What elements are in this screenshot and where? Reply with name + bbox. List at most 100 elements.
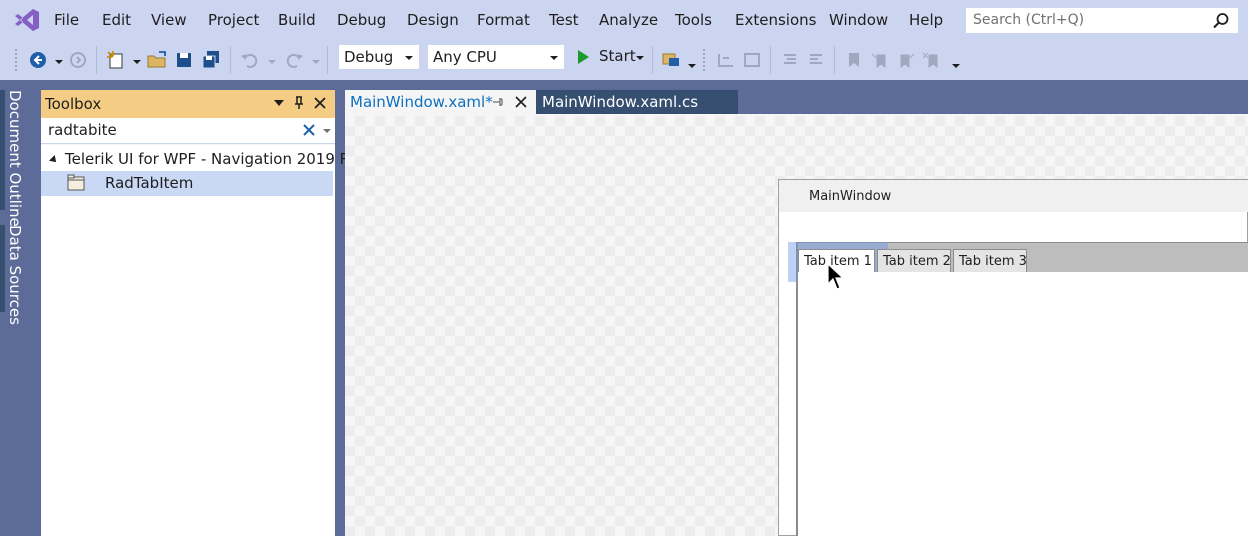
find-in-files-icon[interactable] [660, 48, 684, 72]
toolbox-item-label: RadTabItem [105, 174, 194, 192]
navigate-forward-icon[interactable] [66, 48, 90, 72]
pin-icon[interactable] [291, 95, 307, 111]
menu-bar: File Edit View Project Build Debug Desig… [0, 0, 1248, 40]
mouse-cursor-icon [827, 263, 845, 290]
tab-indicator [0, 90, 5, 210]
xaml-designer-surface[interactable]: MainWindow Tab item 1 Tab item 2 Tab ite… [345, 116, 1248, 536]
toolbar-grip[interactable] [14, 48, 18, 72]
new-project-icon[interactable] [104, 48, 128, 72]
toolbox-search-value: radtabite [48, 121, 117, 139]
uncomment-lines-icon[interactable] [804, 48, 828, 72]
toolbox-category[interactable]: Telerik UI for WPF - Navigation 2019 R2 [41, 149, 360, 171]
redo-icon[interactable] [282, 48, 306, 72]
menu-format[interactable]: Format [477, 11, 530, 29]
pin-tab-icon[interactable] [491, 95, 505, 109]
tab-strip: Tab item 1 Tab item 2 Tab item 3 [788, 242, 1248, 282]
tab-item-label: Tab item 3 [959, 254, 1027, 269]
toolbar-overflow-icon[interactable] [952, 64, 960, 68]
window-position-icon[interactable] [271, 95, 287, 111]
category-label: Telerik UI for WPF - Navigation 2019 R2 [65, 150, 360, 168]
chevron-down-icon [550, 56, 558, 60]
search-placeholder: Search (Ctrl+Q) [973, 12, 1085, 28]
toolbox-title: Toolbox [45, 95, 102, 113]
menu-build[interactable]: Build [278, 11, 316, 29]
close-tab-icon[interactable] [515, 96, 527, 108]
comment-lines-icon[interactable] [778, 48, 802, 72]
toolbox-title-bar[interactable]: Toolbox [41, 90, 335, 118]
menu-design[interactable]: Design [407, 11, 459, 29]
toolbar: Debug Any CPU Start [0, 40, 1248, 80]
tab-content-area[interactable] [798, 272, 1248, 536]
step-over-icon[interactable] [740, 48, 764, 72]
tab-label: MainWindow.xaml.cs [542, 93, 699, 111]
tab-data-sources[interactable]: Data Sources [6, 225, 24, 325]
tab-mainwindow-xaml-cs[interactable]: MainWindow.xaml.cs [536, 90, 738, 114]
save-all-icon[interactable] [199, 48, 223, 72]
design-window-title-bar: MainWindow [779, 180, 1248, 212]
navigate-back-icon[interactable] [26, 48, 50, 72]
toolbox-panel: Toolbox radtabite Telerik UI for WPF - N… [41, 90, 360, 536]
toolbar-separator [96, 46, 97, 74]
toolbar-grip[interactable] [702, 48, 706, 72]
open-folder-icon[interactable] [145, 48, 169, 72]
menu-test[interactable]: Test [549, 11, 579, 29]
search-options-dropdown-icon[interactable] [323, 129, 331, 133]
toolbox-search-input[interactable]: radtabite [41, 118, 335, 144]
left-tool-strip: Document Outline Data Sources [0, 80, 40, 536]
undo-icon[interactable] [238, 48, 262, 72]
next-bookmark-icon[interactable] [894, 48, 918, 72]
rad-tab-item-3[interactable]: Tab item 3 [953, 249, 1027, 273]
start-label: Start [599, 47, 636, 65]
undo-dropdown-icon[interactable] [268, 60, 276, 64]
menu-analyze[interactable]: Analyze [599, 11, 658, 29]
new-dropdown-icon[interactable] [133, 60, 141, 64]
search-icon[interactable] [1212, 12, 1230, 30]
close-icon[interactable] [312, 95, 328, 111]
previous-bookmark-icon[interactable] [868, 48, 892, 72]
rad-tab-control[interactable]: Tab item 1 Tab item 2 Tab item 3 [788, 242, 1248, 536]
toolbar-separator [327, 46, 328, 74]
visual-studio-logo-icon [15, 9, 39, 31]
clear-search-icon[interactable] [303, 124, 315, 136]
menu-help[interactable]: Help [909, 11, 943, 29]
menu-window[interactable]: Window [829, 11, 888, 29]
menu-view[interactable]: View [151, 11, 187, 29]
tab-indicator [0, 225, 5, 312]
design-window-title: MainWindow [809, 189, 892, 204]
tab-item-label: Tab item 2 [883, 254, 951, 269]
configuration-value: Debug [344, 48, 394, 66]
start-debugging-button[interactable]: Start [572, 44, 648, 70]
redo-dropdown-icon[interactable] [312, 60, 320, 64]
search-input[interactable]: Search (Ctrl+Q) [965, 7, 1239, 34]
toolbar-separator [834, 46, 835, 74]
solution-configuration-select[interactable]: Debug [338, 44, 420, 70]
expand-collapse-icon[interactable] [49, 155, 59, 165]
play-icon [578, 50, 589, 64]
start-dropdown-icon[interactable] [636, 56, 644, 60]
menu-file[interactable]: File [54, 11, 79, 29]
step-into-icon[interactable] [714, 48, 738, 72]
toolbox-item-radtabitem[interactable]: RadTabItem [41, 171, 333, 196]
menu-edit[interactable]: Edit [102, 11, 131, 29]
tab-mainwindow-xaml[interactable]: MainWindow.xaml* [345, 90, 536, 114]
document-tab-well: MainWindow.xaml* MainWindow.xaml.cs [345, 90, 1248, 114]
toolbar-separator [652, 46, 653, 74]
menu-project[interactable]: Project [208, 11, 259, 29]
tab-document-outline[interactable]: Document Outline [6, 90, 24, 227]
menu-debug[interactable]: Debug [337, 11, 386, 29]
chevron-down-icon [405, 56, 413, 60]
toolbar-overflow-icon[interactable] [688, 64, 696, 68]
document-area: MainWindow.xaml* MainWindow.xaml.cs Main… [345, 90, 1248, 536]
rad-tab-item-2[interactable]: Tab item 2 [877, 249, 951, 273]
toolbar-separator [770, 46, 771, 74]
tab-item-control-icon [67, 174, 85, 191]
toolbox-tree: Telerik UI for WPF - Navigation 2019 R2 … [41, 145, 360, 536]
design-window[interactable]: MainWindow Tab item 1 Tab item 2 Tab ite… [778, 179, 1248, 536]
bookmark-icon[interactable] [842, 48, 866, 72]
menu-extensions[interactable]: Extensions [735, 11, 816, 29]
solution-platform-select[interactable]: Any CPU [427, 44, 565, 70]
menu-tools[interactable]: Tools [675, 11, 712, 29]
clear-bookmarks-icon[interactable] [920, 48, 944, 72]
save-icon[interactable] [172, 48, 196, 72]
back-dropdown-icon[interactable] [55, 60, 63, 64]
